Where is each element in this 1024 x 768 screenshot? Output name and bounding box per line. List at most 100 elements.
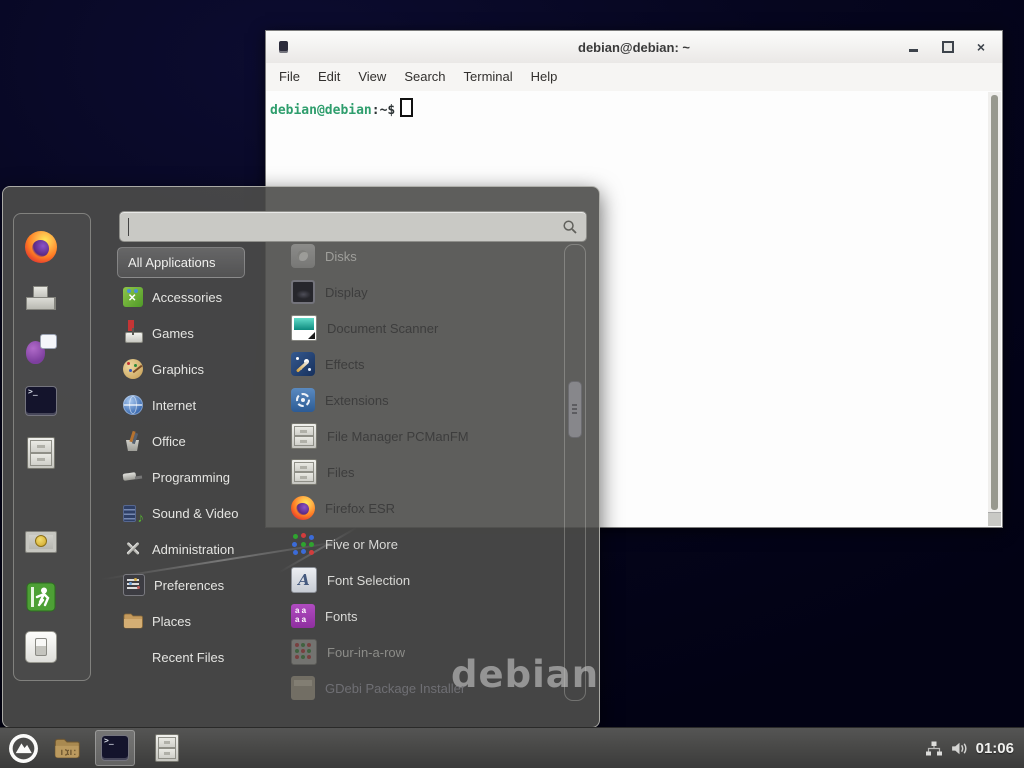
internet-globe-icon [123,395,143,415]
accessories-icon [123,287,143,307]
font-selection-icon [291,567,317,593]
programming-icon [123,467,143,487]
power-switch-icon [25,631,57,663]
app-document-scanner[interactable]: Document Scanner [287,310,565,346]
terminal-scrollbar[interactable] [988,92,1001,526]
terminal-cursor [400,98,413,117]
app-font-selection[interactable]: Font Selection [287,562,565,598]
disks-icon [291,244,315,268]
app-display[interactable]: Display [287,274,565,310]
administration-icon [123,539,143,559]
favorite-terminal-button[interactable] [3,381,79,421]
system-tray: 01:06 [925,740,1014,757]
extensions-gear-icon [291,388,315,412]
shut-down-button[interactable] [3,627,79,667]
app-five-or-more[interactable]: Five or More [287,526,565,562]
menu-view[interactable]: View [349,63,395,91]
all-applications-button[interactable]: All Applications [117,247,245,278]
places-folder-icon [123,611,143,631]
pidgin-icon [25,334,57,364]
category-list: Accessories Games Graphics Internet Offi… [117,279,282,675]
terminal-window-title: debian@debian: ~ [266,40,1002,55]
category-administration[interactable]: Administration [117,531,282,567]
terminal-scrollbar-cap [988,512,1001,526]
clock[interactable]: 01:06 [976,740,1014,757]
menu-terminal[interactable]: Terminal [455,63,522,91]
network-icon[interactable] [925,740,943,757]
close-button[interactable]: × [968,31,994,63]
log-out-button[interactable] [3,577,79,617]
terminal-icon [101,735,129,761]
sound-video-icon [123,503,143,523]
software-manager-icon [26,283,56,311]
app-files[interactable]: Files [287,454,565,490]
file-manager-launcher[interactable] [53,735,81,761]
favorite-file-manager-button[interactable] [3,433,79,473]
terminal-menubar: File Edit View Search Terminal Help [266,63,1002,92]
search-input[interactable] [128,218,562,236]
folder-icon [54,738,80,759]
favorite-pidgin-button[interactable] [3,329,79,369]
recent-files-spacer [123,647,143,667]
app-fonts[interactable]: Fonts [287,598,565,634]
app-gdebi-package-installer[interactable]: GDebi Package Installer [287,670,565,700]
category-recent-files[interactable]: Recent Files [117,639,282,675]
menu-edit[interactable]: Edit [309,63,349,91]
log-out-icon [26,582,56,612]
menu-button[interactable] [8,733,39,764]
app-list-scrollbar[interactable] [564,244,586,701]
file-cabinet-icon [27,437,55,469]
file-cabinet-icon [291,459,317,485]
category-preferences[interactable]: Preferences [117,567,282,603]
favorite-software-manager-button[interactable] [3,277,79,317]
firefox-icon [291,496,315,520]
firefox-icon [25,231,57,263]
screensaver-lock-button[interactable] [3,525,79,565]
file-cabinet-launcher[interactable] [153,735,181,761]
app-list-scrollbar-thumb[interactable] [568,381,582,438]
app-disks[interactable]: Disks [287,238,565,274]
app-four-in-a-row[interactable]: Four-in-a-row [287,634,565,670]
category-office[interactable]: Office [117,423,282,459]
terminal-prompt: debian@debian:~$ [270,98,413,118]
category-programming[interactable]: Programming [117,459,282,495]
display-icon [291,280,315,304]
category-accessories[interactable]: Accessories [117,279,282,315]
app-firefox-esr[interactable]: Firefox ESR [287,490,565,526]
graphics-icon [123,359,143,379]
maximize-button[interactable] [935,31,961,63]
fonts-icon [291,604,315,628]
application-menu: debian All Applications Accessories Game… [2,186,600,728]
app-file-manager-pcmanfm[interactable]: File Manager PCManFM [287,418,565,454]
menu-help[interactable]: Help [522,63,567,91]
category-games[interactable]: Games [117,315,282,351]
file-cabinet-icon [155,734,179,762]
terminal-titlebar[interactable]: debian@debian: ~ × [266,31,1002,64]
four-in-a-row-icon [291,639,317,665]
category-sound-video[interactable]: Sound & Video [117,495,282,531]
app-extensions[interactable]: Extensions [287,382,565,418]
volume-icon[interactable] [950,740,969,757]
category-places[interactable]: Places [117,603,282,639]
terminal-icon [25,386,57,416]
gdebi-icon [291,676,315,700]
preferences-icon [123,574,145,596]
menu-search[interactable]: Search [395,63,454,91]
terminal-scrollbar-thumb[interactable] [991,95,998,510]
prompt-path: :~$ [372,103,395,118]
effects-icon [291,352,315,376]
terminal-window-icon [279,41,288,53]
lock-screen-icon [25,531,57,559]
category-internet[interactable]: Internet [117,387,282,423]
minimize-button[interactable] [900,31,926,63]
favorite-firefox-button[interactable] [3,227,79,267]
search-icon [562,219,578,235]
menu-file[interactable]: File [270,63,309,91]
category-graphics[interactable]: Graphics [117,351,282,387]
application-list: Disks Display Document Scanner Effects E… [287,238,565,700]
office-icon [123,431,143,451]
app-effects[interactable]: Effects [287,346,565,382]
terminal-task-button[interactable] [95,730,135,766]
file-cabinet-icon [291,423,317,449]
prompt-user-host: debian@debian [270,103,372,118]
